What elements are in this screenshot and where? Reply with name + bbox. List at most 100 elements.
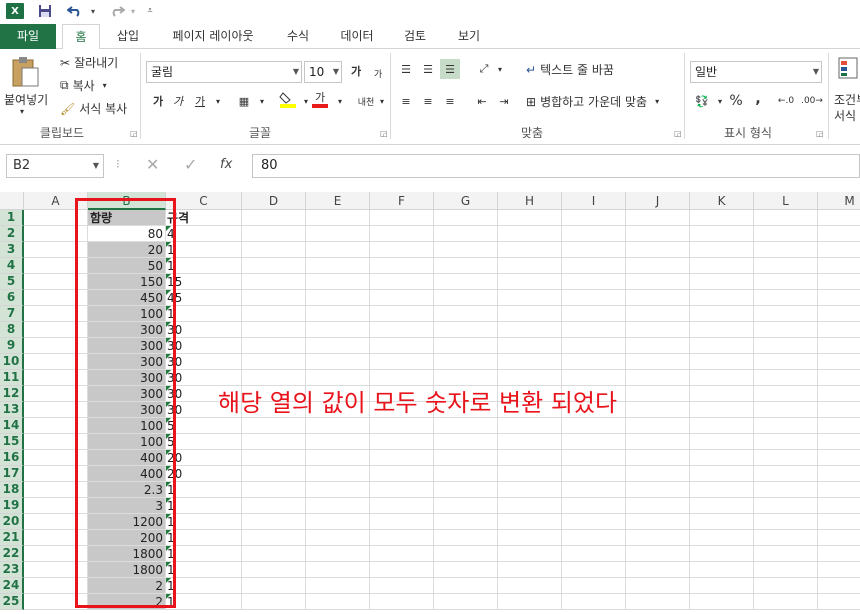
cell-i24[interactable]	[562, 578, 626, 594]
cell-h21[interactable]	[498, 530, 562, 546]
undo-icon[interactable]	[64, 2, 86, 20]
cell-m13[interactable]	[818, 402, 860, 418]
cell-j7[interactable]	[626, 306, 690, 322]
cell-j4[interactable]	[626, 258, 690, 274]
paste-icon[interactable]	[10, 55, 46, 89]
row-header-20[interactable]: 20	[0, 514, 24, 530]
increase-indent-icon[interactable]: ⇥	[494, 91, 514, 111]
cell-h18[interactable]	[498, 482, 562, 498]
cell-i5[interactable]	[562, 274, 626, 290]
number-format-combo[interactable]: 일반 ▼	[690, 61, 822, 83]
tab-page-layout[interactable]: 페이지 레이아웃	[160, 24, 266, 49]
cell-i19[interactable]	[562, 498, 626, 514]
cell-k10[interactable]	[690, 354, 754, 370]
cell-j15[interactable]	[626, 434, 690, 450]
cell-f1[interactable]	[370, 210, 434, 226]
name-box[interactable]: B2 ▼	[6, 154, 104, 178]
cell-e24[interactable]	[306, 578, 370, 594]
cell-j6[interactable]	[626, 290, 690, 306]
cell-e3[interactable]	[306, 242, 370, 258]
cell-h3[interactable]	[498, 242, 562, 258]
cell-c19[interactable]: 1	[166, 498, 242, 514]
cell-f14[interactable]	[370, 418, 434, 434]
cell-d4[interactable]	[242, 258, 306, 274]
cell-m17[interactable]	[818, 466, 860, 482]
cell-g14[interactable]	[434, 418, 498, 434]
cell-l17[interactable]	[754, 466, 818, 482]
cell-h2[interactable]	[498, 226, 562, 242]
cell-j1[interactable]	[626, 210, 690, 226]
cell-f2[interactable]	[370, 226, 434, 242]
cell-l25[interactable]	[754, 594, 818, 610]
row-header-6[interactable]: 6	[0, 290, 24, 306]
customize-qat-icon[interactable]: ⩡	[144, 2, 156, 20]
cell-k14[interactable]	[690, 418, 754, 434]
orientation-dropdown-icon[interactable]: ▾	[490, 59, 510, 79]
row-header-18[interactable]: 18	[0, 482, 24, 498]
row-header-4[interactable]: 4	[0, 258, 24, 274]
cell-h8[interactable]	[498, 322, 562, 338]
cell-l5[interactable]	[754, 274, 818, 290]
cell-e6[interactable]	[306, 290, 370, 306]
cell-d10[interactable]	[242, 354, 306, 370]
cell-k7[interactable]	[690, 306, 754, 322]
cell-c24[interactable]: 1	[166, 578, 242, 594]
phonetic-dropdown-icon[interactable]: ▾	[372, 91, 392, 111]
column-header-g[interactable]: G	[434, 192, 498, 210]
align-left-icon[interactable]: ≡	[396, 91, 416, 111]
shrink-font-button[interactable]: 가	[368, 63, 388, 83]
cell-m14[interactable]	[818, 418, 860, 434]
cell-k4[interactable]	[690, 258, 754, 274]
cell-f16[interactable]	[370, 450, 434, 466]
cell-m1[interactable]	[818, 210, 860, 226]
column-header-f[interactable]: F	[370, 192, 434, 210]
cell-h20[interactable]	[498, 514, 562, 530]
grow-font-button[interactable]: 가	[346, 61, 366, 81]
row-header-16[interactable]: 16	[0, 450, 24, 466]
cell-j21[interactable]	[626, 530, 690, 546]
cell-i25[interactable]	[562, 594, 626, 610]
cell-m21[interactable]	[818, 530, 860, 546]
cell-i10[interactable]	[562, 354, 626, 370]
cell-l4[interactable]	[754, 258, 818, 274]
cell-g20[interactable]	[434, 514, 498, 530]
row-header-12[interactable]: 12	[0, 386, 24, 402]
cell-k23[interactable]	[690, 562, 754, 578]
cell-l14[interactable]	[754, 418, 818, 434]
cell-m3[interactable]	[818, 242, 860, 258]
cell-f21[interactable]	[370, 530, 434, 546]
italic-button[interactable]: 가	[168, 91, 188, 111]
cell-d1[interactable]	[242, 210, 306, 226]
cell-c6[interactable]: 45	[166, 290, 242, 306]
cell-h9[interactable]	[498, 338, 562, 354]
conditional-format-icon[interactable]	[836, 55, 860, 83]
cell-l10[interactable]	[754, 354, 818, 370]
cell-k1[interactable]	[690, 210, 754, 226]
cell-g18[interactable]	[434, 482, 498, 498]
cell-i9[interactable]	[562, 338, 626, 354]
row-header-13[interactable]: 13	[0, 402, 24, 418]
cell-k2[interactable]	[690, 226, 754, 242]
cell-c3[interactable]: 1	[166, 242, 242, 258]
cell-d17[interactable]	[242, 466, 306, 482]
cell-e5[interactable]	[306, 274, 370, 290]
cell-j22[interactable]	[626, 546, 690, 562]
cell-j25[interactable]	[626, 594, 690, 610]
cell-j24[interactable]	[626, 578, 690, 594]
cell-g19[interactable]	[434, 498, 498, 514]
cell-l8[interactable]	[754, 322, 818, 338]
cell-g25[interactable]	[434, 594, 498, 610]
currency-icon[interactable]: 💱	[692, 91, 712, 111]
cell-j14[interactable]	[626, 418, 690, 434]
cell-l16[interactable]	[754, 450, 818, 466]
align-center-icon[interactable]: ≡	[418, 91, 438, 111]
cell-g17[interactable]	[434, 466, 498, 482]
cell-k12[interactable]	[690, 386, 754, 402]
column-header-c[interactable]: C	[166, 192, 242, 210]
cell-m7[interactable]	[818, 306, 860, 322]
cell-k17[interactable]	[690, 466, 754, 482]
cell-j9[interactable]	[626, 338, 690, 354]
cell-l24[interactable]	[754, 578, 818, 594]
cell-c4[interactable]: 1	[166, 258, 242, 274]
alignment-launcher-icon[interactable]: ◲	[674, 129, 682, 138]
